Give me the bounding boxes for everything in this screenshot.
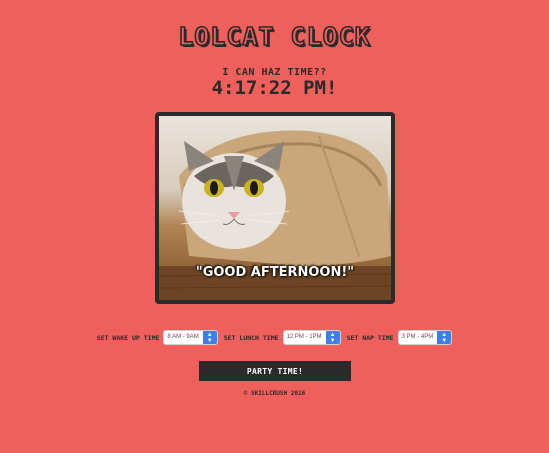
nap-select-value: 3 PM - 4PM	[401, 334, 434, 340]
page-title: Lolcat Clock	[177, 21, 371, 52]
lolcat-image: "Good afternoon!"	[159, 116, 391, 300]
footer-copyright: © Skillcrush 2016	[243, 390, 306, 397]
lolcat-photo-frame: "Good afternoon!"	[155, 112, 395, 304]
select-arrows-icon: ▲ ▼	[437, 331, 452, 344]
lunch-control: Set lunch time 12 PM - 1PM ▲ ▼	[224, 330, 341, 345]
party-time-button[interactable]: Party time!	[199, 361, 351, 381]
select-arrows-icon: ▲ ▼	[202, 331, 217, 344]
lunch-select-value: 12 PM - 1PM	[286, 334, 322, 340]
wake-up-select-value: 8 AM - 9AM	[167, 334, 199, 340]
nap-control: Set nap time 3 PM - 4PM ▲ ▼	[347, 330, 453, 345]
photo-caption: "Good afternoon!"	[195, 265, 355, 280]
clock-display: 4:17:22 PM!	[211, 77, 338, 99]
wake-up-label: Set wake up time	[96, 333, 160, 342]
nap-label: Set nap time	[346, 333, 394, 342]
time-controls: Set wake up time 8 AM - 9AM ▲ ▼ Set lunch…	[0, 330, 549, 345]
wake-up-select[interactable]: 8 AM - 9AM ▲ ▼	[163, 330, 218, 345]
lunch-label: Set lunch time	[223, 333, 279, 342]
lunch-select[interactable]: 12 PM - 1PM ▲ ▼	[282, 330, 341, 345]
select-arrows-icon: ▲ ▼	[325, 331, 340, 344]
wake-up-control: Set wake up time 8 AM - 9AM ▲ ▼	[97, 330, 218, 345]
nap-select[interactable]: 3 PM - 4PM ▲ ▼	[397, 330, 453, 345]
